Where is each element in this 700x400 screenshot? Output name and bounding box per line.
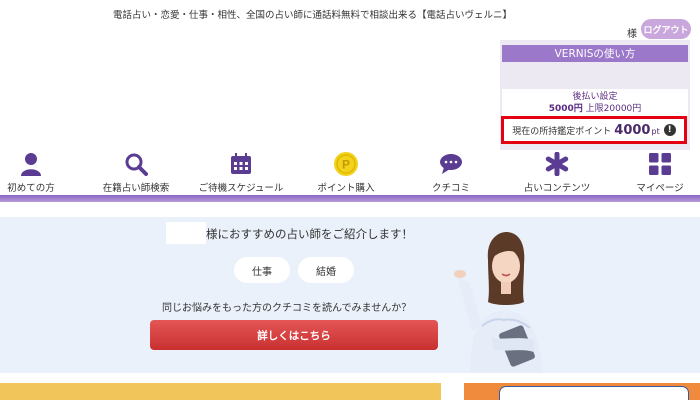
details-button[interactable]: 詳しくはこちら xyxy=(150,320,438,350)
payment-limit: 上限20000円 xyxy=(585,104,642,114)
points-value: 4000 xyxy=(614,122,651,138)
nav-item-mypage[interactable]: マイページ xyxy=(632,150,688,195)
calendar-icon xyxy=(229,150,253,178)
nav-label: 占いコンテンツ xyxy=(523,183,591,194)
payment-line: 5000円 上限20000円 xyxy=(502,103,688,115)
recommend-title: 様におすすめの占い師をご紹介します！ xyxy=(206,227,413,241)
user-name-box xyxy=(166,222,206,244)
tag-marriage[interactable]: 結婚 xyxy=(298,257,354,283)
search-icon xyxy=(124,150,148,178)
how-to-use-link[interactable]: VERNISの使い方 xyxy=(502,45,688,62)
fortune-teller-photo xyxy=(452,228,552,373)
nav-item-reviews[interactable]: クチコミ xyxy=(425,150,477,195)
banner-pill xyxy=(499,386,689,400)
coin-letter: P xyxy=(342,158,350,172)
payment-amount: 5000円 xyxy=(548,104,583,114)
info-icon[interactable]: ! xyxy=(663,124,676,136)
nav-label: ポイント購入 xyxy=(317,183,375,194)
nav-label: マイページ xyxy=(636,183,684,194)
nav-label: ご待機スケジュール xyxy=(198,183,284,194)
grid-icon xyxy=(649,150,671,178)
nav-label: 初めての方 xyxy=(7,183,55,194)
speech-bubble-icon xyxy=(439,150,463,178)
tag-work[interactable]: 仕事 xyxy=(234,257,290,283)
logout-button[interactable]: ログアウト xyxy=(641,19,691,39)
asterisk-icon xyxy=(545,150,569,178)
coin-icon: P xyxy=(333,150,359,178)
payment-label: 後払い設定 xyxy=(572,92,618,102)
points-display: 現在の所持鑑定ポイント 4000 pt ! xyxy=(501,116,687,144)
main-nav: 初めての方 在籍占い師検索 ご待機スケジュール P ポイント購入 クチコミ 占い… xyxy=(0,150,700,195)
nav-underline-bar xyxy=(0,195,700,202)
nav-item-contents[interactable]: 占いコンテンツ xyxy=(518,150,596,195)
points-label: 現在の所持鑑定ポイント xyxy=(512,126,612,137)
user-name-suffix: 様 xyxy=(627,29,637,40)
nav-item-search[interactable]: 在籍占い師検索 xyxy=(96,150,176,195)
nav-item-schedule[interactable]: ご待機スケジュール xyxy=(196,150,286,195)
site-tagline: 電話占い・恋愛・仕事・相性、全国の占い師に通話料無料で相談出来る【電話占いヴェル… xyxy=(113,10,513,21)
nav-label: クチコミ xyxy=(431,183,470,194)
points-unit: pt xyxy=(651,127,660,136)
review-question: 同じお悩みをもった方のクチコミを読んでみませんか？ xyxy=(162,303,412,314)
payment-setting[interactable]: 後払い設定 5000円 上限20000円 xyxy=(502,89,688,116)
nav-item-first-time[interactable]: 初めての方 xyxy=(0,150,62,195)
nav-item-points[interactable]: P ポイント購入 xyxy=(313,150,379,195)
banner-yellow[interactable] xyxy=(0,383,441,400)
person-icon xyxy=(20,150,42,178)
nav-label: 在籍占い師検索 xyxy=(102,183,170,194)
